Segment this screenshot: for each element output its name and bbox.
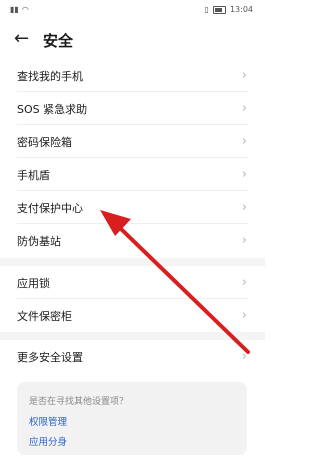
settings-row-phone-shield[interactable]: 手机盾 ›: [0, 158, 265, 191]
settings-group-1: 查找我的手机 › SOS 紧急求助 › 密码保险箱 › 手机盾 › 支付保护中心…: [0, 59, 265, 257]
page-header: ← 安全: [0, 24, 265, 60]
suggestion-question: 是否在寻找其他设置项？: [29, 397, 129, 407]
chevron-right-icon: ›: [241, 167, 247, 182]
wifi-icon: ◠: [21, 5, 29, 14]
row-label: SOS 紧急求助: [17, 102, 88, 116]
battery-icon: [212, 5, 226, 14]
settings-row-file-safe[interactable]: 文件保密柜 ›: [0, 299, 265, 332]
section-divider: [0, 332, 265, 340]
vibrate-icon: ▯: [204, 5, 209, 14]
row-label: 查找我的手机: [17, 69, 83, 83]
row-label: 手机盾: [17, 168, 50, 182]
row-label: 防伪基站: [17, 234, 61, 248]
settings-row-find-phone[interactable]: 查找我的手机 ›: [0, 59, 265, 92]
row-label: 文件保密柜: [17, 309, 72, 323]
suggestion-card: 是否在寻找其他设置项？ 权限管理 应用分身: [17, 382, 247, 455]
link-permission-management[interactable]: 权限管理: [29, 414, 67, 428]
chevron-right-icon: ›: [241, 233, 247, 248]
settings-group-2: 应用锁 › 文件保密柜 ›: [0, 266, 265, 332]
settings-row-more-security[interactable]: 更多安全设置 ›: [0, 340, 265, 373]
status-time: 13:04: [229, 5, 253, 14]
chevron-right-icon: ›: [241, 308, 247, 323]
status-right: ▯ 13:04: [205, 5, 253, 14]
chevron-right-icon: ›: [241, 200, 247, 215]
row-label: 更多安全设置: [17, 350, 83, 364]
chevron-right-icon: ›: [241, 349, 247, 364]
settings-row-password-vault[interactable]: 密码保险箱 ›: [0, 125, 265, 158]
back-arrow-icon[interactable]: ←: [14, 28, 29, 49]
page-title: 安全: [43, 32, 74, 50]
row-label: 密码保险箱: [17, 135, 72, 149]
row-label: 支付保护中心: [17, 201, 83, 215]
chevron-right-icon: ›: [241, 101, 247, 116]
settings-row-payment-protection[interactable]: 支付保护中心 ›: [0, 191, 265, 224]
chevron-right-icon: ›: [241, 134, 247, 149]
row-label: 应用锁: [17, 276, 50, 290]
signal-icon: ▮▮: [10, 5, 19, 14]
chevron-right-icon: ›: [241, 275, 247, 290]
settings-row-app-lock[interactable]: 应用锁 ›: [0, 266, 265, 299]
settings-group-3: 更多安全设置 ›: [0, 340, 265, 373]
section-divider: [0, 258, 265, 266]
status-left: ▮▮ ◠: [10, 5, 29, 14]
settings-row-sos[interactable]: SOS 紧急求助 ›: [0, 92, 265, 125]
link-app-twin[interactable]: 应用分身: [29, 434, 67, 448]
status-bar: ▮▮ ◠ ▯ 13:04: [0, 0, 265, 20]
settings-row-anti-fake-station[interactable]: 防伪基站 ›: [0, 224, 265, 257]
chevron-right-icon: ›: [241, 68, 247, 83]
